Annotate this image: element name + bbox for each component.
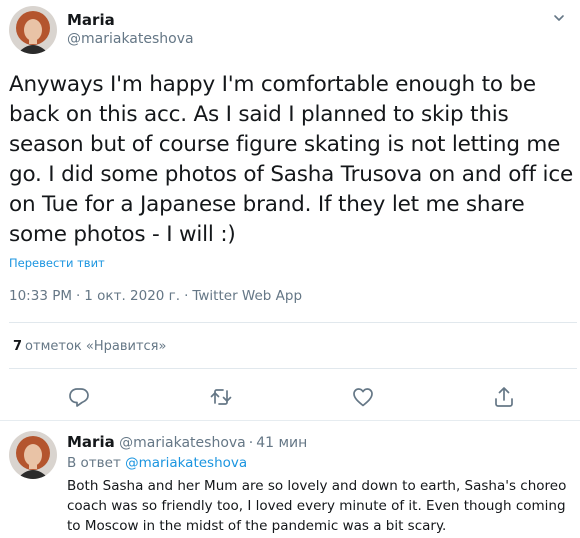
author-name[interactable]: Maria bbox=[67, 11, 115, 29]
retweet-icon[interactable] bbox=[209, 385, 233, 409]
reply-icon[interactable] bbox=[67, 385, 91, 409]
avatar[interactable] bbox=[9, 6, 57, 54]
tweet-time[interactable]: 10:33 PM bbox=[9, 288, 72, 304]
tweet-meta: 10:33 PM · 1 окт. 2020 г. · Twitter Web App bbox=[9, 288, 302, 304]
meta-separator: · bbox=[76, 288, 81, 304]
reply-header: Maria @mariakateshova · 41 мин bbox=[67, 433, 307, 451]
likes-count[interactable]: 7 отметок «Нравится» bbox=[13, 339, 166, 354]
like-icon[interactable] bbox=[351, 385, 375, 409]
likes-label: отметок «Нравится» bbox=[25, 339, 167, 354]
reply-to-handle[interactable]: @mariakateshova bbox=[125, 455, 247, 471]
avatar[interactable] bbox=[9, 431, 57, 479]
divider bbox=[9, 322, 577, 323]
reply-to-line: В ответ @mariakateshova bbox=[67, 455, 247, 471]
tweet-date[interactable]: 1 окт. 2020 г. bbox=[84, 288, 180, 304]
author-handle[interactable]: @mariakateshova bbox=[67, 31, 194, 47]
divider bbox=[9, 368, 577, 369]
likes-number: 7 bbox=[13, 339, 23, 354]
chevron-down-icon[interactable] bbox=[552, 10, 566, 24]
share-icon[interactable] bbox=[492, 385, 516, 409]
author-name[interactable]: Maria bbox=[67, 433, 115, 451]
tweet-text: Anyways I'm happy I'm comfortable enough… bbox=[9, 72, 573, 247]
reply-to-label: В ответ bbox=[67, 455, 121, 471]
tweet-source[interactable]: Twitter Web App bbox=[192, 288, 302, 304]
meta-separator: · bbox=[184, 288, 189, 304]
translate-tweet-link[interactable]: Перевести твит bbox=[9, 256, 105, 270]
meta-separator: · bbox=[248, 435, 254, 451]
author-handle[interactable]: @mariakateshova bbox=[119, 435, 246, 451]
thread-separator bbox=[0, 420, 580, 421]
reply-time[interactable]: 41 мин bbox=[256, 435, 307, 451]
reply-text: Both Sasha and her Mum are so lovely and… bbox=[67, 478, 567, 534]
